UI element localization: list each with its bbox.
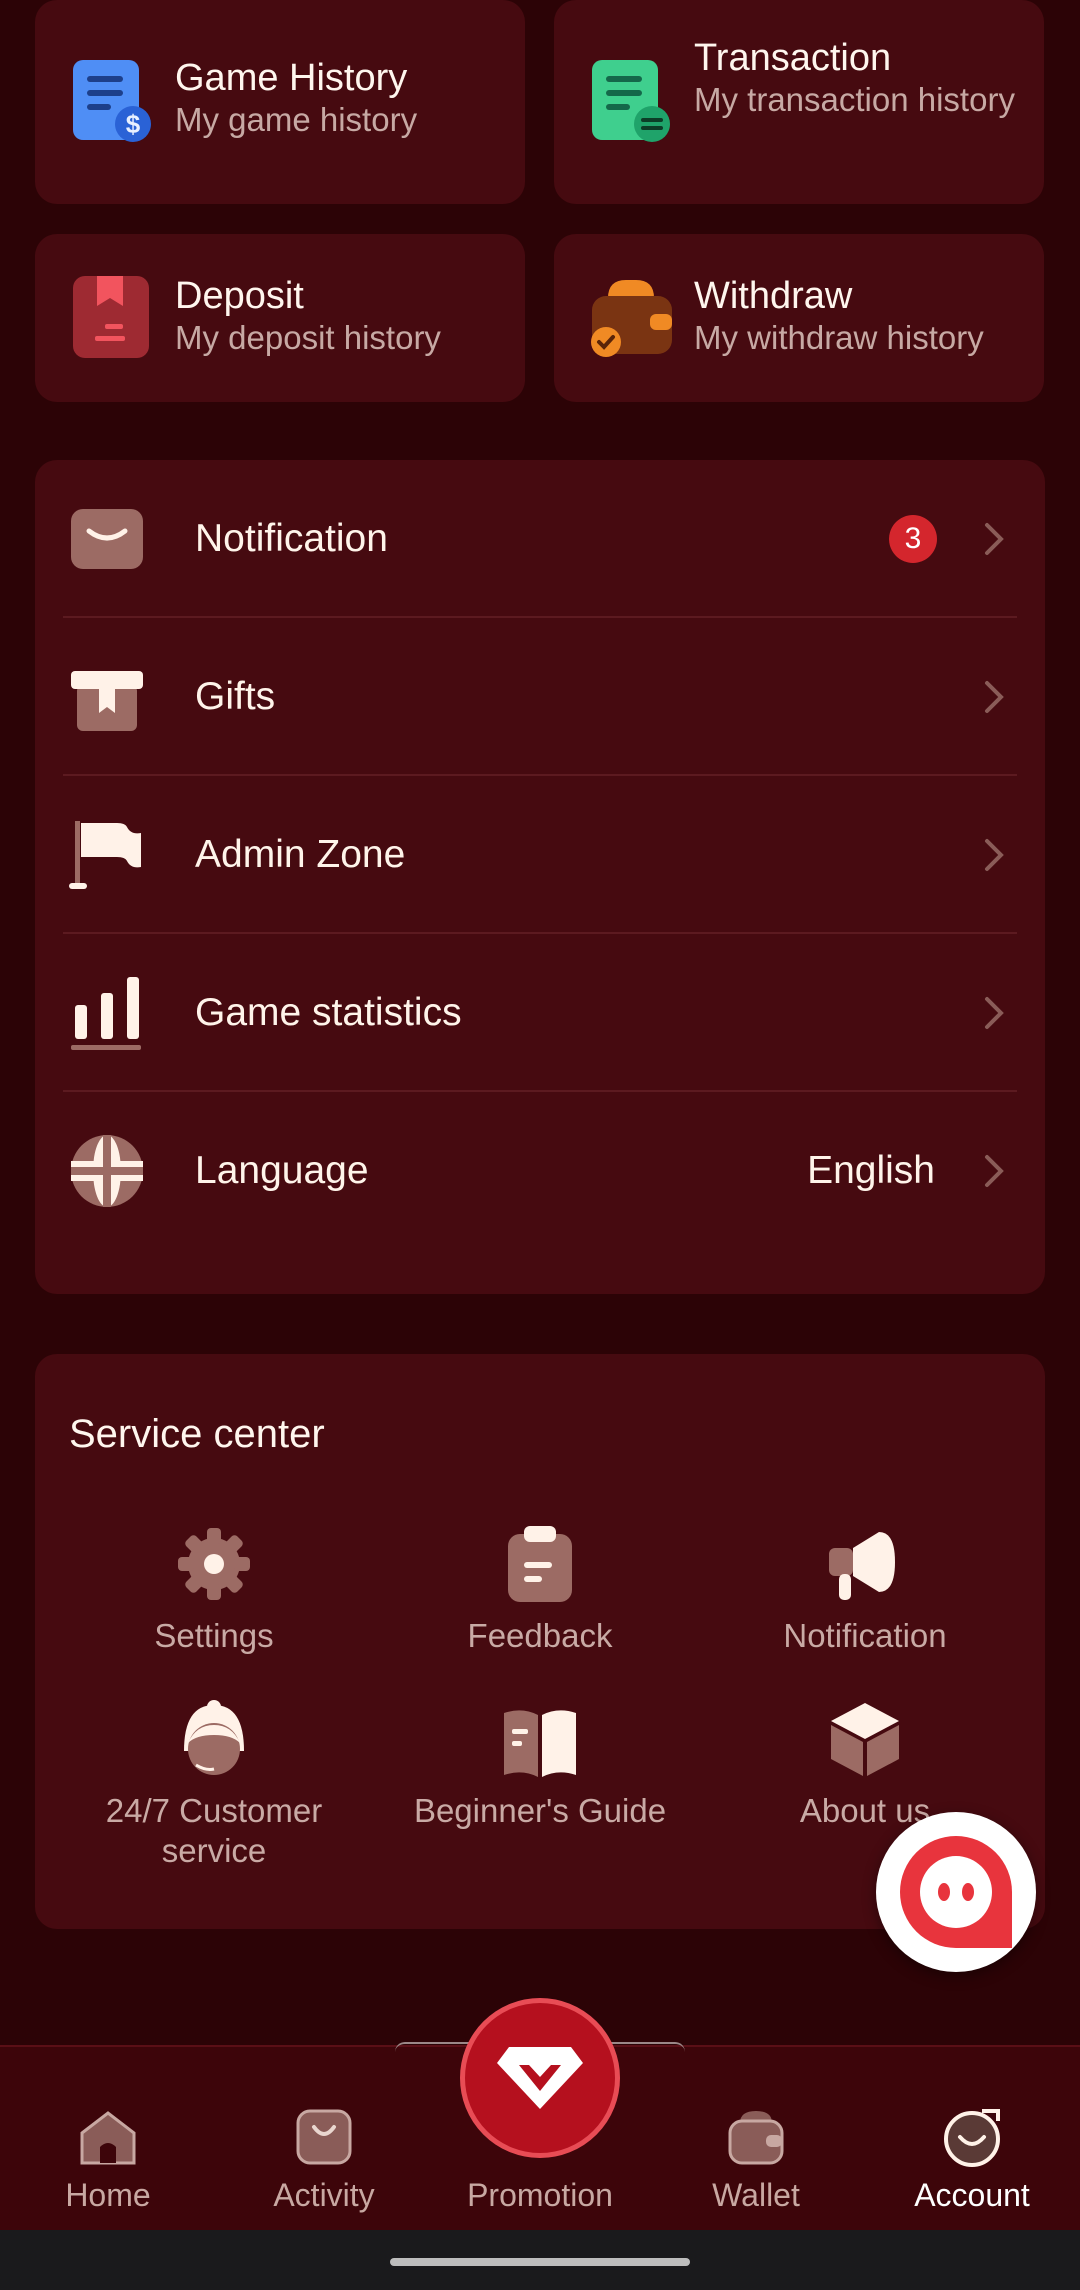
megaphone-icon xyxy=(829,1532,895,1600)
mail-icon xyxy=(71,509,143,569)
diamond-icon xyxy=(497,2047,583,2109)
deposit-icon xyxy=(73,276,149,358)
transaction-icon xyxy=(592,60,670,142)
menu-item-label: Gifts xyxy=(195,675,276,718)
flag-icon xyxy=(69,821,141,889)
service-label: Settings xyxy=(154,1617,274,1654)
service-customer-service[interactable]: 24/7 Customer service xyxy=(64,1699,364,1871)
nav-label: Activity xyxy=(273,2177,375,2213)
game-history-icon: $ xyxy=(73,60,151,142)
nav-account[interactable]: Account xyxy=(864,2047,1080,2232)
menu-item-language[interactable]: Language English xyxy=(63,1092,1017,1250)
gear-icon xyxy=(178,1528,250,1600)
service-about-us[interactable]: About us xyxy=(715,1699,1015,1831)
wallet-icon xyxy=(728,2111,784,2165)
service-label: Beginner's Guide xyxy=(413,1792,667,1829)
account-icon xyxy=(944,2109,1000,2167)
menu-item-label: Game statistics xyxy=(195,991,462,1034)
chat-bubble-icon xyxy=(900,1836,1012,1948)
book-icon xyxy=(504,1710,576,1777)
menu-item-admin-zone[interactable]: Admin Zone xyxy=(63,776,1017,934)
menu-item-label: Language xyxy=(195,1149,369,1192)
transaction-card[interactable]: Transaction My transaction history xyxy=(554,0,1044,204)
service-label: Feedback xyxy=(467,1617,613,1654)
service-beginners-guide[interactable]: Beginner's Guide xyxy=(390,1699,690,1831)
service-settings[interactable]: Settings xyxy=(64,1524,364,1656)
box-icon xyxy=(831,1703,899,1776)
notification-count-badge: 3 xyxy=(889,515,937,563)
history-card-title: Withdraw xyxy=(694,275,853,317)
globe-icon xyxy=(71,1135,143,1207)
menu-item-label: Admin Zone xyxy=(195,833,406,876)
svg-text:$: $ xyxy=(126,109,141,139)
home-icon xyxy=(80,2111,136,2165)
game-history-card[interactable]: $ Game History My game history xyxy=(35,0,525,204)
chat-support-button[interactable] xyxy=(876,1812,1036,1972)
nav-label: Promotion xyxy=(467,2177,613,2213)
shopping-bag-icon xyxy=(296,2109,352,2165)
promotion-button[interactable] xyxy=(460,1998,620,2158)
bar-chart-icon xyxy=(71,977,141,1050)
chevron-right-icon xyxy=(985,839,1004,871)
menu-item-game-statistics[interactable]: Game statistics xyxy=(63,934,1017,1092)
menu-item-gifts[interactable]: Gifts xyxy=(63,618,1017,776)
menu-item-notification[interactable]: Notification 3 xyxy=(63,460,1017,618)
home-gesture-handle[interactable] xyxy=(390,2258,690,2266)
service-label: 24/7 Customer service xyxy=(105,1792,323,1869)
history-card-subtitle: My game history xyxy=(175,101,418,138)
chevron-right-icon xyxy=(985,1155,1004,1187)
service-center-title: Service center xyxy=(69,1412,325,1456)
nav-label: Wallet xyxy=(712,2177,800,2213)
customer-service-icon xyxy=(184,1700,244,1775)
history-card-subtitle: My transaction history xyxy=(694,81,1015,118)
nav-label: Home xyxy=(65,2177,151,2213)
system-navigation-bar xyxy=(0,2230,1080,2290)
clipboard-icon xyxy=(508,1526,572,1602)
language-value: English xyxy=(807,1149,935,1192)
chevron-right-icon xyxy=(985,997,1004,1029)
nav-home[interactable]: Home xyxy=(0,2047,216,2232)
withdraw-card[interactable]: Withdraw My withdraw history xyxy=(554,234,1044,402)
chevron-right-icon xyxy=(985,681,1004,713)
service-notification[interactable]: Notification xyxy=(715,1524,1015,1656)
menu-item-label: Notification xyxy=(195,517,388,560)
service-feedback[interactable]: Feedback xyxy=(390,1524,690,1656)
history-card-title: Deposit xyxy=(175,275,304,317)
history-card-subtitle: My deposit history xyxy=(175,319,441,356)
withdraw-icon xyxy=(591,280,672,357)
history-card-subtitle: My withdraw history xyxy=(694,319,984,356)
nav-label: Account xyxy=(914,2177,1030,2213)
deposit-card[interactable]: Deposit My deposit history xyxy=(35,234,525,402)
chevron-right-icon xyxy=(985,523,1004,555)
history-card-title: Game History xyxy=(175,57,408,99)
settings-menu: Notification 3 Gifts Admin Zone Game sta… xyxy=(35,460,1045,1294)
service-label: Notification xyxy=(783,1617,947,1654)
history-card-title: Transaction xyxy=(694,37,892,79)
gift-icon xyxy=(71,671,143,731)
